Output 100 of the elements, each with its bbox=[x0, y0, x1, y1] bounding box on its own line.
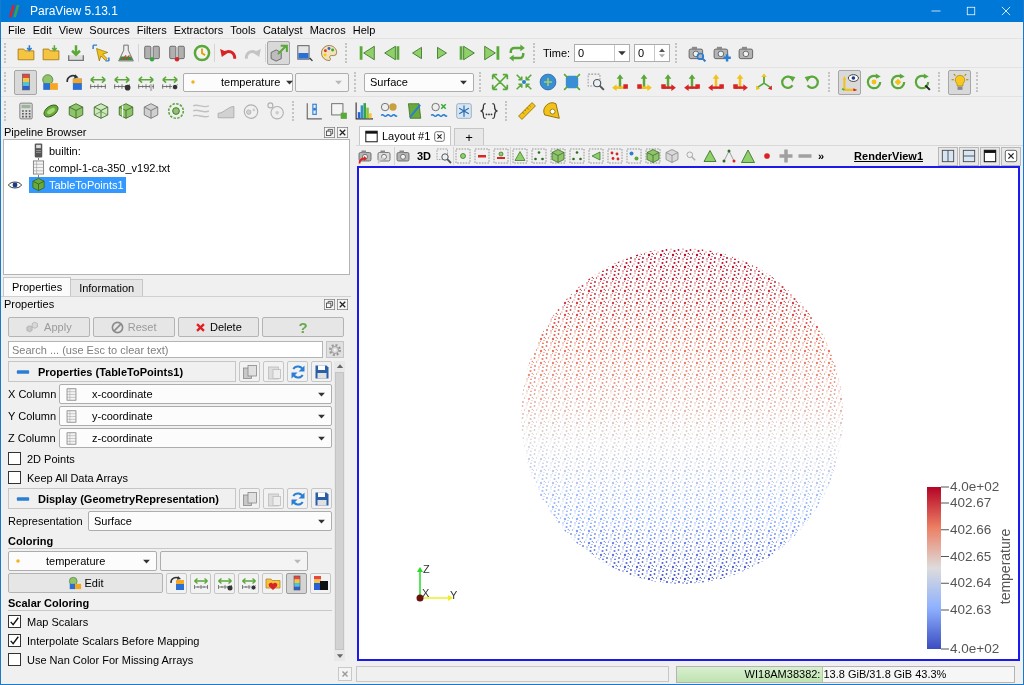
time-field[interactable]: 0 bbox=[574, 44, 631, 62]
checkbox[interactable] bbox=[8, 634, 21, 647]
menu-item[interactable]: Filters bbox=[133, 22, 170, 38]
copy-button[interactable] bbox=[239, 488, 260, 509]
split-button[interactable] bbox=[959, 146, 979, 166]
triangle-icon bbox=[740, 148, 757, 164]
icon-button[interactable] bbox=[310, 572, 331, 594]
dropdown[interactable]: temperature bbox=[183, 72, 293, 92]
menu-item[interactable]: Sources bbox=[86, 22, 133, 38]
split-button[interactable] bbox=[938, 146, 958, 166]
checkbox[interactable] bbox=[8, 653, 21, 666]
copy-button[interactable] bbox=[239, 361, 260, 382]
rotate-icon bbox=[779, 73, 797, 91]
maximize-icon bbox=[964, 5, 977, 17]
camera-icon bbox=[737, 44, 756, 62]
color-blocks-icon bbox=[41, 73, 59, 91]
arrow-ruler-icon bbox=[89, 73, 107, 91]
selection-icon bbox=[607, 148, 624, 164]
tab[interactable]: Information bbox=[70, 279, 144, 296]
mode-button[interactable]: 3D bbox=[414, 147, 435, 165]
close-icon bbox=[1004, 149, 1018, 163]
search-field[interactable]: Search ... (use Esc to clear text) bbox=[8, 341, 323, 358]
cube-icon bbox=[664, 148, 681, 164]
checkbox-label: Keep All Data Arrays bbox=[27, 471, 128, 484]
point-icon bbox=[14, 557, 22, 565]
legend-label: 4.0e+02 bbox=[950, 479, 1000, 495]
dot-icon bbox=[764, 153, 771, 159]
restore-icon[interactable] bbox=[324, 126, 335, 138]
menu-item[interactable]: Macros bbox=[306, 22, 349, 38]
menu-item[interactable]: File bbox=[5, 22, 29, 38]
tab[interactable]: + bbox=[454, 128, 484, 145]
tab[interactable]: Properties bbox=[3, 277, 72, 296]
restore-icon[interactable] bbox=[324, 298, 335, 310]
close-button[interactable] bbox=[1001, 146, 1021, 166]
menu-item[interactable]: Edit bbox=[29, 22, 55, 38]
window-icon bbox=[365, 129, 378, 143]
refresh-icon bbox=[289, 363, 306, 380]
axes-arrows-icon bbox=[611, 73, 629, 91]
refresh-button[interactable] bbox=[287, 488, 308, 509]
checkbox[interactable] bbox=[8, 471, 21, 484]
tab[interactable]: Layout #1 bbox=[359, 126, 452, 145]
section-header[interactable]: Display (GeometryRepresentation) bbox=[8, 488, 236, 509]
checkbox[interactable] bbox=[8, 615, 21, 628]
settings-button[interactable] bbox=[326, 341, 344, 358]
rotate-icon bbox=[803, 73, 821, 91]
toggle-button[interactable] bbox=[286, 572, 307, 594]
zoom-box-icon bbox=[436, 148, 453, 164]
menu-item[interactable]: Tools bbox=[227, 22, 259, 38]
save-button[interactable] bbox=[311, 488, 332, 509]
cursor-arrow-icon bbox=[91, 44, 110, 62]
menu-item[interactable]: View bbox=[55, 22, 86, 38]
save-button[interactable] bbox=[311, 361, 332, 382]
toggle-button[interactable] bbox=[948, 69, 971, 95]
time-spinbox[interactable]: 0 bbox=[634, 44, 671, 62]
field-label: Representation bbox=[8, 515, 84, 527]
dropdown[interactable]: y-coordinate bbox=[59, 406, 332, 426]
pipeline-item[interactable]: builtin: bbox=[29, 142, 83, 159]
scrollbar[interactable] bbox=[334, 361, 345, 661]
legend-label: 402.67 bbox=[950, 495, 992, 511]
overflow-button[interactable]: » bbox=[815, 147, 828, 165]
close-icon[interactable] bbox=[337, 126, 348, 138]
view-name[interactable]: RenderView1 bbox=[854, 150, 923, 162]
dropdown[interactable]: z-coordinate bbox=[59, 428, 332, 448]
settings-icon bbox=[328, 342, 342, 357]
icon-button[interactable] bbox=[166, 572, 187, 594]
axes-eye-icon bbox=[840, 73, 859, 91]
icon-button[interactable] bbox=[214, 572, 235, 594]
section-header[interactable]: Properties (TableToPoints1) bbox=[8, 361, 236, 382]
menu-item[interactable]: Catalyst bbox=[259, 22, 306, 38]
dropdown[interactable]: x-coordinate bbox=[59, 384, 332, 404]
checkbox[interactable] bbox=[8, 452, 21, 465]
close-button[interactable] bbox=[338, 667, 352, 681]
dropdown[interactable]: temperature bbox=[8, 551, 157, 571]
pipeline-item[interactable]: compl-1-ca-350_v192.txt bbox=[29, 159, 173, 176]
panel-title: Pipeline Browser bbox=[4, 125, 88, 139]
menu-item[interactable]: Extractors bbox=[170, 22, 227, 38]
refresh-button[interactable] bbox=[287, 361, 308, 382]
dropdown[interactable]: Surface bbox=[88, 511, 332, 531]
circular-arrow-icon bbox=[913, 73, 931, 91]
selection-icon bbox=[588, 148, 605, 164]
legend-label: 402.63 bbox=[950, 602, 992, 618]
color-cycle-icon bbox=[168, 575, 185, 591]
toggle-button[interactable] bbox=[14, 69, 37, 95]
camera-zoom-icon bbox=[687, 44, 706, 62]
circular-arrow-icon bbox=[865, 73, 883, 91]
close-icon[interactable] bbox=[434, 130, 446, 142]
edit-button[interactable]: Edit bbox=[8, 573, 163, 593]
close-icon[interactable] bbox=[337, 298, 348, 310]
legend-title: temperature bbox=[996, 527, 1014, 607]
loop-icon bbox=[507, 44, 526, 62]
color-swatch-icon bbox=[312, 575, 329, 591]
menu-item[interactable]: Help bbox=[349, 22, 379, 38]
cube-icon bbox=[66, 102, 85, 120]
dropdown[interactable]: Surface bbox=[364, 72, 474, 92]
toggle-button[interactable] bbox=[838, 69, 861, 95]
delete-button[interactable]: Delete bbox=[177, 317, 260, 337]
app-logo-icon bbox=[8, 4, 22, 18]
maximize-button[interactable] bbox=[980, 146, 1000, 166]
camera-arrow-icon bbox=[377, 148, 393, 164]
toggle-button[interactable] bbox=[267, 41, 290, 65]
